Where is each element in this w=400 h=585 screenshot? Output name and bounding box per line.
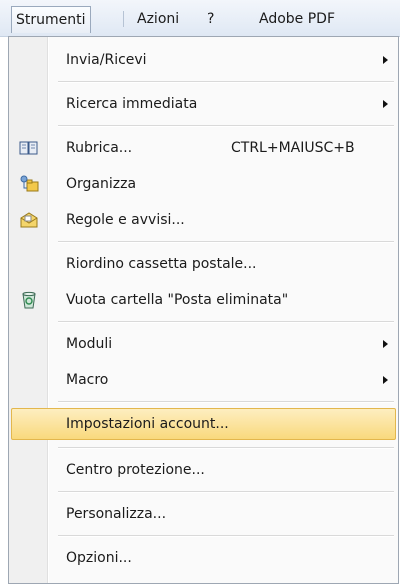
menu-item-label: Organizza	[66, 176, 137, 192]
organize-icon	[20, 175, 39, 192]
menu-item-label: Invia/Ricevi	[66, 52, 147, 68]
menu-separator	[58, 125, 394, 127]
menu-item-centro-protezione[interactable]: Centro protezione...	[11, 455, 396, 485]
menu-item-label: Rubrica...	[66, 140, 133, 156]
menu-item-label: Personalizza...	[66, 506, 167, 522]
menu-item-label: Centro protezione...	[66, 462, 205, 478]
menu-item-rubrica[interactable]: Rubrica... CTRL+MAIUSC+B	[11, 133, 396, 163]
menu-item-label: Regole e avvisi...	[66, 212, 185, 228]
menu-item-label: Moduli	[66, 336, 113, 352]
menu-separator	[58, 491, 394, 493]
menubar-azioni[interactable]: Azioni	[133, 8, 183, 30]
menu-item-organizza[interactable]: Organizza	[11, 169, 396, 199]
empty-trash-icon	[22, 291, 36, 309]
menu-item-regole-e-avvisi[interactable]: Regole e avvisi...	[11, 205, 396, 235]
menubar-adobe-pdf[interactable]: Adobe PDF	[255, 8, 339, 30]
menu-item-opzioni[interactable]: Opzioni...	[11, 543, 396, 573]
address-book-icon	[19, 141, 38, 155]
menu-separator	[58, 321, 394, 323]
menubar-help[interactable]: ?	[203, 8, 218, 30]
menu-separator	[58, 241, 394, 243]
menubar-strumenti[interactable]: Strumenti	[11, 6, 91, 33]
submenu-arrow-icon	[383, 100, 388, 108]
submenu-arrow-icon	[383, 376, 388, 384]
menu-item-ricerca-immediata[interactable]: Ricerca immediata	[11, 89, 396, 119]
menu-item-riordino-cassetta-postale[interactable]: Riordino cassetta postale...	[11, 249, 396, 279]
menu-separator	[58, 535, 394, 537]
submenu-arrow-icon	[383, 56, 388, 64]
menu-item-label: Vuota cartella "Posta eliminata"	[66, 292, 289, 308]
rules-alerts-icon	[20, 212, 38, 228]
menu-item-label: Opzioni...	[66, 550, 132, 566]
menu-item-label: Riordino cassetta postale...	[66, 256, 257, 272]
menu-item-moduli[interactable]: Moduli	[11, 329, 396, 359]
menu-item-label: Ricerca immediata	[66, 96, 198, 112]
menu-bar: Strumenti Azioni ? Adobe PDF	[0, 0, 400, 37]
menubar-separator	[123, 11, 124, 27]
menu-item-vuota-cartella[interactable]: Vuota cartella "Posta eliminata"	[11, 285, 396, 315]
menu-item-label: Macro	[66, 372, 109, 388]
menu-item-personalizza[interactable]: Personalizza...	[11, 499, 396, 529]
menu-item-impostazioni-account[interactable]: Impostazioni account...	[11, 408, 396, 440]
menu-item-label: Impostazioni account...	[66, 416, 229, 432]
menu-separator	[58, 447, 394, 449]
submenu-arrow-icon	[383, 340, 388, 348]
menu-separator	[58, 81, 394, 83]
menu-item-macro[interactable]: Macro	[11, 365, 396, 395]
menu-separator	[58, 401, 394, 403]
strumenti-dropdown-menu: Invia/Ricevi Ricerca immediata Rubrica..…	[8, 36, 399, 584]
menu-item-shortcut: CTRL+MAIUSC+B	[231, 140, 355, 156]
menu-item-invia-ricevi[interactable]: Invia/Ricevi	[11, 45, 396, 75]
